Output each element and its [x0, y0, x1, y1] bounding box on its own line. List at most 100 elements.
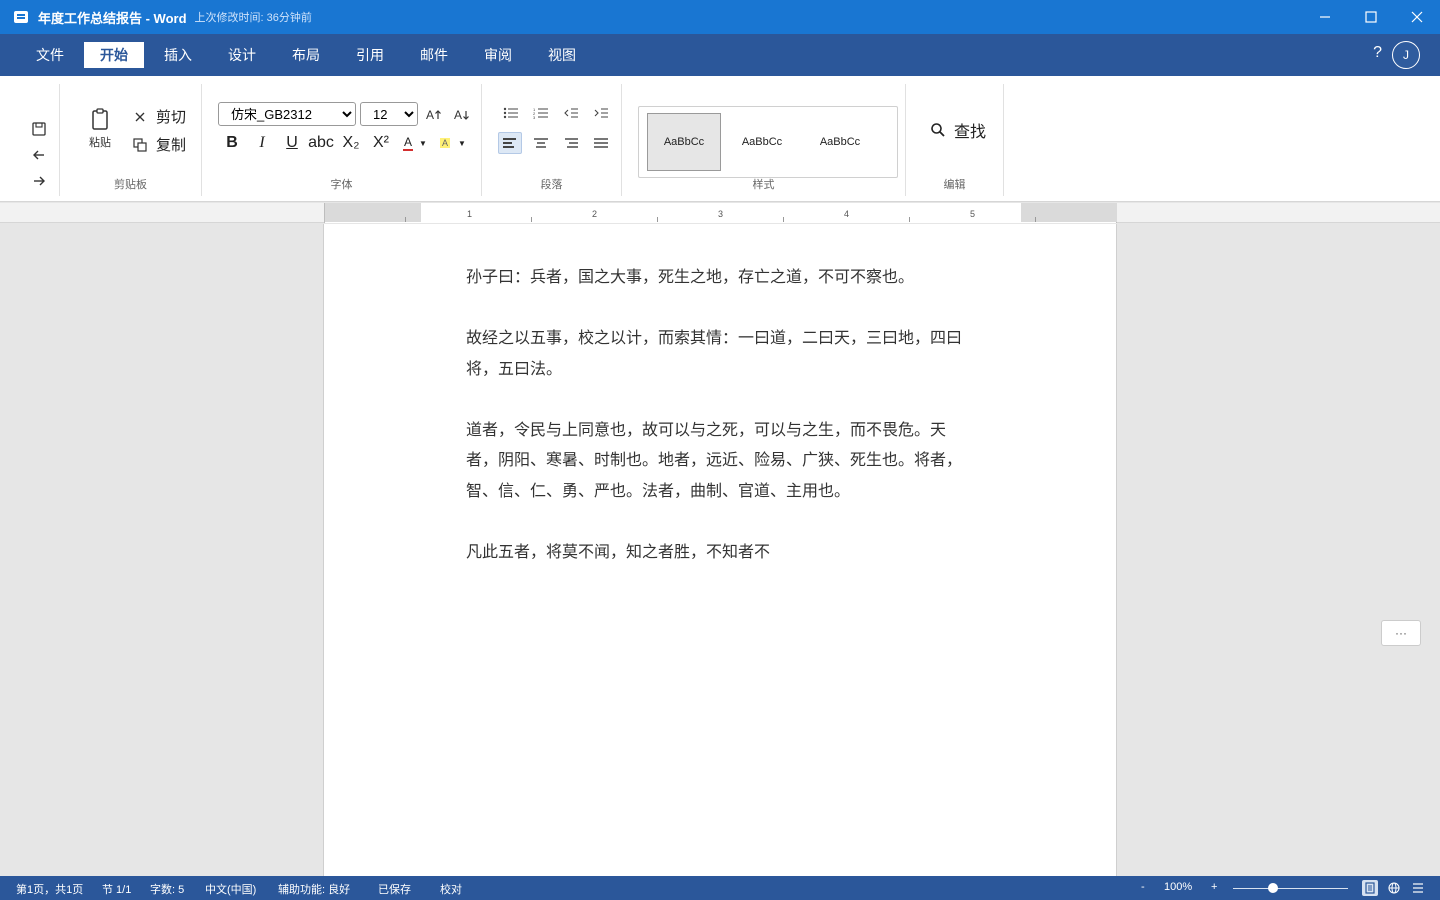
highlight-icon: A [440, 138, 451, 148]
zoom-out-button[interactable]: - [1141, 881, 1145, 893]
quick-access-group [0, 84, 60, 196]
help-button[interactable]: ? [1373, 44, 1382, 62]
save-icon [32, 122, 46, 136]
chevron-down-icon: ▼ [458, 138, 466, 148]
copy-icon [132, 137, 148, 153]
page-indicator[interactable]: 第1页，共1页 [16, 881, 83, 897]
close-button[interactable] [1394, 0, 1440, 34]
document-body[interactable]: 孙子曰：兵者，国之大事，死生之地，存亡之道，不可不察也。 故经之以五事，校之以计… [466, 262, 966, 598]
style-heading-2[interactable]: AaBbCc [803, 113, 877, 171]
paragraph[interactable]: 孙子曰：兵者，国之大事，死生之地，存亡之道，不可不察也。 [466, 262, 966, 293]
numbered-list-icon: 123 [533, 107, 548, 119]
paragraph[interactable]: 凡此五者，将莫不闻，知之者胜，不知者不 [466, 537, 966, 568]
style-heading-1[interactable]: AaBbCc [725, 113, 799, 171]
document-page[interactable]: 孙子曰：兵者，国之大事，死生之地，存亡之道，不可不察也。 故经之以五事，校之以计… [323, 224, 1117, 884]
undo-button[interactable] [30, 146, 48, 164]
tab-file[interactable]: 文件 [20, 42, 80, 68]
align-center-icon [534, 138, 548, 148]
tab-layout[interactable]: 布局 [276, 42, 336, 68]
minimize-icon [1320, 16, 1330, 18]
paragraph-group-label: 段落 [540, 179, 563, 191]
ruler-left-margin[interactable] [325, 203, 421, 222]
align-left-button[interactable] [498, 132, 522, 154]
paragraph[interactable]: 故经之以五事，校之以计，而索其情：一曰道，二曰天，三曰地，四曰将，五曰法。 [466, 323, 966, 384]
tab-view[interactable]: 视图 [532, 42, 592, 68]
ruler-number: 1 [467, 209, 473, 219]
align-right-button[interactable] [559, 132, 583, 154]
svg-text:A: A [454, 108, 462, 121]
horizontal-ruler[interactable]: 1 2 3 4 5 [324, 203, 1117, 223]
superscript-button[interactable]: X² [370, 132, 392, 154]
editing-group-label: 编辑 [943, 179, 966, 191]
copy-button[interactable]: 复制 [132, 134, 186, 155]
find-label: 查找 [954, 124, 987, 141]
ruler-number: 2 [592, 209, 598, 219]
decrease-indent-button[interactable] [559, 102, 583, 124]
ruler-tick [783, 217, 784, 222]
clipboard-icon [92, 108, 108, 130]
web-layout-button[interactable] [1386, 880, 1402, 896]
tab-references[interactable]: 引用 [340, 42, 400, 68]
language-indicator[interactable]: 中文(中国) [205, 881, 256, 897]
subscript-button[interactable]: X₂ [340, 132, 362, 154]
zoom-in-button[interactable]: + [1211, 881, 1217, 893]
ruler-number: 3 [718, 209, 724, 219]
style-normal[interactable]: AaBbCc [647, 113, 721, 171]
cut-button[interactable]: 剪切 [132, 106, 186, 127]
more-options-button[interactable]: ··· [1381, 620, 1421, 646]
word-count[interactable]: 字数: 5 [150, 881, 184, 897]
bullet-list-button[interactable] [499, 102, 523, 124]
justify-button[interactable] [589, 132, 613, 154]
bold-button[interactable]: B [222, 132, 242, 154]
print-layout-button[interactable] [1362, 880, 1378, 896]
page-view-icon [1365, 882, 1375, 894]
document-canvas: 孙子曰：兵者，国之大事，死生之地，存亡之道，不可不察也。 故经之以五事，校之以计… [0, 224, 1440, 884]
proofing-status[interactable]: 校对 [440, 881, 462, 897]
save-status: 已保存 [378, 884, 411, 896]
tab-mailings[interactable]: 邮件 [404, 42, 464, 68]
increase-indent-icon [594, 108, 608, 118]
ruler-tick [657, 217, 658, 222]
font-color-button[interactable]: A ▼ [400, 132, 430, 154]
find-button[interactable]: 查找 [930, 118, 986, 142]
paste-label: 粘贴 [89, 137, 111, 149]
accessibility-status[interactable]: 辅助功能: 良好 [278, 881, 350, 897]
numbered-list-button[interactable]: 123 [529, 102, 553, 124]
avatar[interactable]: J [1392, 41, 1420, 69]
zoom-slider-thumb[interactable] [1268, 883, 1278, 893]
redo-button[interactable] [30, 172, 48, 190]
shrink-font-button[interactable]: A [452, 104, 472, 124]
underline-button[interactable]: U [282, 132, 302, 154]
svg-text:3: 3 [533, 115, 536, 119]
section-indicator[interactable]: 节 1/1 [102, 881, 131, 897]
ruler-tick [909, 217, 910, 222]
font-color-icon: A [403, 134, 414, 151]
save-button[interactable] [30, 120, 48, 138]
grow-font-icon: A [426, 108, 441, 121]
font-size-select[interactable]: 12 [360, 102, 418, 126]
outline-view-button[interactable] [1410, 880, 1426, 896]
ruler-tick [1035, 217, 1036, 222]
tab-home[interactable]: 开始 [84, 42, 144, 68]
grow-font-button[interactable]: A [424, 104, 444, 124]
paragraph[interactable]: 道者，令民与上同意也，故可以与之死，可以与之生，而不畏危。天者，阴阳、寒暑、时制… [466, 415, 966, 507]
align-center-button[interactable] [529, 132, 553, 154]
italic-button[interactable]: I [252, 132, 272, 154]
tab-review[interactable]: 审阅 [468, 42, 528, 68]
ruler-number: 4 [844, 209, 850, 219]
maximize-button[interactable] [1348, 0, 1394, 34]
zoom-level[interactable]: 100% [1164, 881, 1192, 893]
increase-indent-button[interactable] [589, 102, 613, 124]
undo-arrow-icon [33, 150, 44, 160]
tab-design[interactable]: 设计 [212, 42, 272, 68]
styles-gallery: AaBbCc AaBbCc AaBbCc [638, 106, 898, 178]
paste-button[interactable]: 粘贴 [78, 108, 122, 150]
last-modified-text: 上次修改时间: 36分钟前 [194, 12, 312, 24]
zoom-slider[interactable] [1233, 888, 1348, 889]
strikethrough-button[interactable]: abc [306, 132, 336, 154]
tab-insert[interactable]: 插入 [148, 42, 208, 68]
font-family-select[interactable]: 仿宋_GB2312 [218, 102, 356, 126]
svg-text:A: A [426, 108, 434, 121]
highlight-button[interactable]: A ▼ [438, 132, 468, 154]
minimize-button[interactable] [1302, 0, 1348, 34]
